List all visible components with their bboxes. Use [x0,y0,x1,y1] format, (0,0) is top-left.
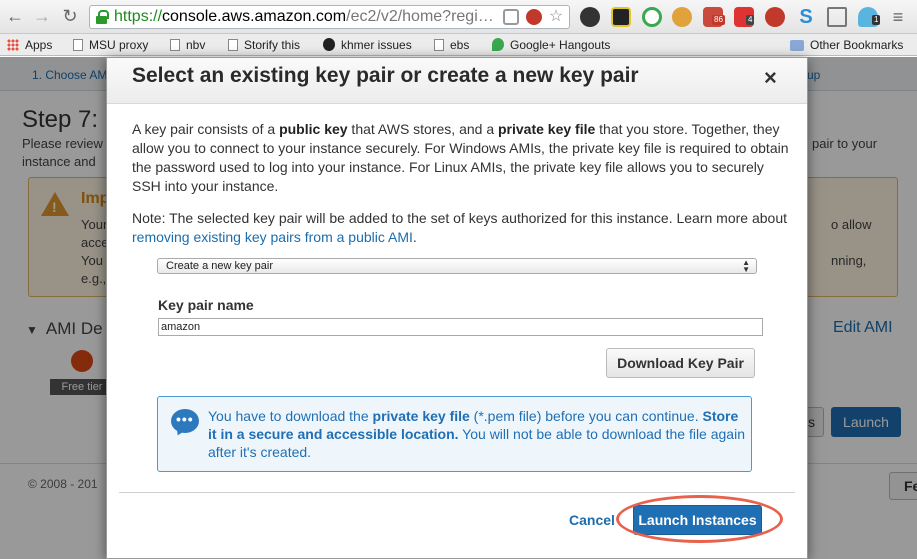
swirl-extension-icon[interactable] [580,7,600,27]
footer-divider [119,492,795,493]
download-info-text: You have to download the private key fil… [208,408,745,460]
dialog-header: Select an existing key pair or create a … [107,58,807,104]
browser-toolbar: ← → ↻ https://console.aws.amazon.com/ec2… [0,0,917,34]
star-icon[interactable]: ☆ [548,9,564,25]
download-key-pair-button[interactable]: Download Key Pair [606,348,755,378]
sync-extension-icon[interactable]: S [796,7,816,27]
folder-icon [790,40,804,51]
bookmark-other[interactable]: Other Bookmarks [790,38,903,52]
close-icon[interactable]: × [764,65,777,91]
stop-extension-icon[interactable] [765,7,785,27]
key-pair-dialog: Select an existing key pair or create a … [106,57,808,559]
bookmark-nbv[interactable]: nbv [170,38,205,52]
shield-icon[interactable] [503,9,519,25]
reload-icon[interactable]: ↻ [60,6,80,26]
bowl-extension-icon[interactable] [672,7,692,27]
select-arrows-icon: ▲ ▼ [742,258,750,274]
key-pair-action-select[interactable]: Create a new key pair ▲ ▼ [157,258,757,274]
bookmark-apps[interactable]: Apps [7,38,52,52]
cast-icon[interactable] [827,7,847,27]
url-text: https://console.aws.amazon.com/ec2/v2/ho… [114,8,494,25]
download-info-panel: ••• You have to download the private key… [157,396,752,472]
dialog-title: Select an existing key pair or create a … [132,64,639,87]
clock-extension-icon[interactable] [642,7,662,27]
back-icon[interactable]: ← [5,6,25,26]
lock-icon [96,10,109,24]
blocked-icon[interactable] [526,9,542,25]
menu-icon[interactable]: ≡ [888,7,908,27]
page-icon [434,39,444,51]
page-icon [170,39,180,51]
key-pair-name-label: Key pair name [158,297,254,313]
mail-badge: 86 [712,15,725,25]
bookmark-storify[interactable]: Storify this [228,38,300,52]
bookmark-ebs[interactable]: ebs [434,38,469,52]
hangouts-icon [492,38,504,51]
github-icon [323,38,335,51]
page-icon [228,39,238,51]
key-pair-note: Note: The selected key pair will be adde… [132,210,788,245]
remove-key-pairs-link[interactable]: removing existing key pairs from a publi… [132,229,413,245]
address-bar[interactable]: https://console.aws.amazon.com/ec2/v2/ho… [89,5,570,29]
key-pair-description: A key pair consists of a public key that… [132,121,789,194]
apps-icon [7,39,19,51]
lastpass-badge: 4 [746,15,755,25]
ghostery-badge: 1 [872,15,881,25]
chat-bubble-icon: ••• [171,409,199,433]
launch-instances-button[interactable]: Launch Instances [633,505,762,535]
bookmark-google-hangouts[interactable]: Google+ Hangouts [492,38,610,52]
bookmarks-bar: Apps MSU proxy nbv Storify this khmer is… [0,34,917,56]
bookmark-msu-proxy[interactable]: MSU proxy [73,38,148,52]
page-icon [73,39,83,51]
s-extension-icon[interactable] [611,7,631,27]
cancel-button[interactable]: Cancel [569,512,615,528]
bookmark-khmer-issues[interactable]: khmer issues [323,38,412,52]
key-pair-name-input[interactable] [158,318,763,336]
forward-icon[interactable]: → [32,6,52,26]
